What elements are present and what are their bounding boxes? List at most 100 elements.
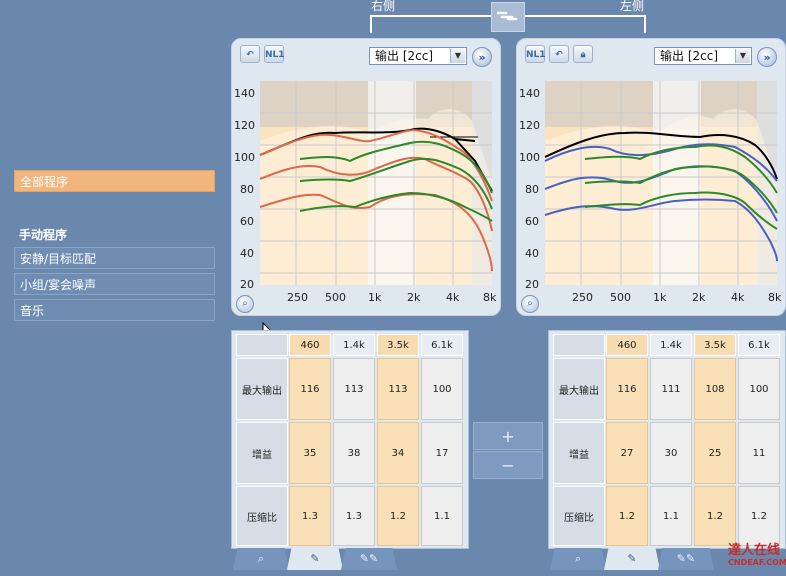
manual-programs-header: 手动程序 [19,228,68,242]
table-corner [553,334,605,356]
value-cell[interactable]: 30 [650,422,692,484]
microphone-icon: ✎ [310,552,320,565]
lock-icon: 🔒︎ [580,50,586,60]
magnifier-icon: ⌕ [574,552,582,565]
zoom-icon: ⌕ [527,298,533,309]
x-tick-1k: 1k [653,291,667,304]
value-cell[interactable]: 17 [421,422,463,484]
col-header-3.5k: 3.5k [377,334,419,356]
sidebar-item-music[interactable]: 音乐 [14,299,215,321]
y-tick-40: 40 [240,247,254,260]
expand-button[interactable]: » [472,47,492,67]
watermark-text: 達人在线 [728,543,781,558]
sidebar-item-quiet[interactable]: 安静/目标匹配 [14,247,215,269]
chevron-down-icon: ▼ [735,49,750,63]
value-cell[interactable]: 11 [738,422,780,484]
link-sides-button[interactable] [491,2,525,32]
y-tick-60: 60 [525,215,539,228]
x-tick-2k: 2k [692,291,706,304]
x-tick-labels: 250 500 1k 2k 4k 8k [572,291,782,304]
output-select-value: 输出 [2cc] [375,49,434,63]
undo-button[interactable]: ↶ [240,45,260,63]
frequency-response-chart-right: 140 120 100 80 60 40 20 250 500 1k 2k 4k… [234,81,497,304]
y-tick-120: 120 [519,119,540,132]
output-select[interactable]: 输出 [2cc] ▼ [369,47,467,65]
col-header-460: 460 [606,334,648,356]
sidebar-item-all-programs[interactable]: 全部程序 [14,170,215,192]
value-cell[interactable]: 1.1 [650,486,692,546]
value-cell[interactable]: 113 [333,358,375,420]
magnifier-icon: ⌕ [257,552,265,565]
value-cell[interactable]: 108 [694,358,736,420]
x-tick-500: 500 [325,291,346,304]
row-label-gain: 增益 [553,422,605,484]
output-select[interactable]: 输出 [2cc] ▼ [654,47,752,65]
watermark-url: CNDEAF.COM [728,558,786,567]
frequency-response-chart-left: 140 120 100 80 60 40 20 250 500 1k 2k 4k… [519,81,782,304]
value-cell[interactable]: 100 [738,358,780,420]
value-cell[interactable]: 35 [289,422,331,484]
value-cell[interactable]: 1.3 [289,486,331,546]
row-label-max-output: 最大输出 [553,358,605,420]
zoom-button[interactable]: ⌕ [236,295,254,313]
value-cell[interactable]: 1.3 [333,486,375,546]
double-chevron-right-icon: » [763,51,771,64]
y-tick-100: 100 [519,151,540,164]
value-cell[interactable]: 1.2 [377,486,419,546]
y-tick-60: 60 [240,215,254,228]
double-chevron-right-icon: » [478,51,486,64]
x-tick-8k: 8k [768,291,782,304]
value-cell[interactable]: 1.2 [606,486,648,546]
value-cell[interactable]: 25 [694,422,736,484]
value-cell[interactable]: 38 [333,422,375,484]
graph-panel-left: NL1 ↶ 🔒︎ 输出 [2cc] ▼ » 140 120 100 80 60 … [516,38,786,316]
value-cell[interactable]: 27 [606,422,648,484]
value-cell[interactable]: 111 [650,358,692,420]
undo-icon: ↶ [555,50,563,60]
fitting-table-right: 460 1.4k 3.5k 6.1k 最大输出 116 113 113 100 … [231,330,469,549]
output-select-value: 输出 [2cc] [660,49,719,63]
decrease-button[interactable]: − [473,451,543,479]
tab-single-microphone[interactable]: ✎ [604,548,660,570]
value-cell[interactable]: 34 [377,422,419,484]
x-tick-250: 250 [572,291,593,304]
tab-dual-microphone[interactable]: ✎✎ [341,548,397,570]
value-cell[interactable]: 116 [606,358,648,420]
undo-icon: ↶ [246,50,254,60]
y-tick-labels: 140 120 100 80 60 40 20 [519,87,540,291]
row-label-gain: 增益 [236,422,288,484]
value-cell[interactable]: 100 [421,358,463,420]
x-tick-labels: 250 500 1k 2k 4k 8k [287,291,497,304]
y-tick-120: 120 [234,119,255,132]
value-cell[interactable]: 1.2 [694,486,736,546]
lock-button[interactable]: 🔒︎ [573,45,593,63]
tab-dual-microphone[interactable]: ✎✎ [658,548,714,570]
y-tick-40: 40 [525,247,539,260]
y-tick-20: 20 [240,278,254,291]
value-cell[interactable]: 1.2 [738,486,780,546]
bottom-tabs-right: ⌕ ✎ ✎✎ [231,548,467,570]
tab-zoom[interactable]: ⌕ [550,548,606,570]
row-label-max-output: 最大输出 [236,358,288,420]
value-cell[interactable]: 116 [289,358,331,420]
col-header-460: 460 [289,334,331,356]
sidebar-item-party-noise[interactable]: 小组/宴会噪声 [14,273,215,295]
col-header-1.4k: 1.4k [650,334,692,356]
col-header-6.1k: 6.1k [738,334,780,356]
watermark-logo: 達人在线 CNDEAF.COM [728,544,786,568]
nl1-button[interactable]: NL1 [264,45,285,63]
tab-zoom[interactable]: ⌕ [233,548,289,570]
left-side-label: 左侧 [620,0,645,13]
increase-button[interactable]: + [473,422,543,450]
tab-single-microphone[interactable]: ✎ [287,548,343,570]
col-header-3.5k: 3.5k [694,334,736,356]
y-tick-80: 80 [525,183,539,196]
expand-button[interactable]: » [757,47,777,67]
undo-button[interactable]: ↶ [549,45,569,63]
zoom-button[interactable]: ⌕ [521,295,539,313]
nl1-button[interactable]: NL1 [525,45,546,63]
value-cell[interactable]: 113 [377,358,419,420]
y-tick-140: 140 [519,87,540,100]
value-cell[interactable]: 1.1 [421,486,463,546]
x-tick-8k: 8k [483,291,497,304]
